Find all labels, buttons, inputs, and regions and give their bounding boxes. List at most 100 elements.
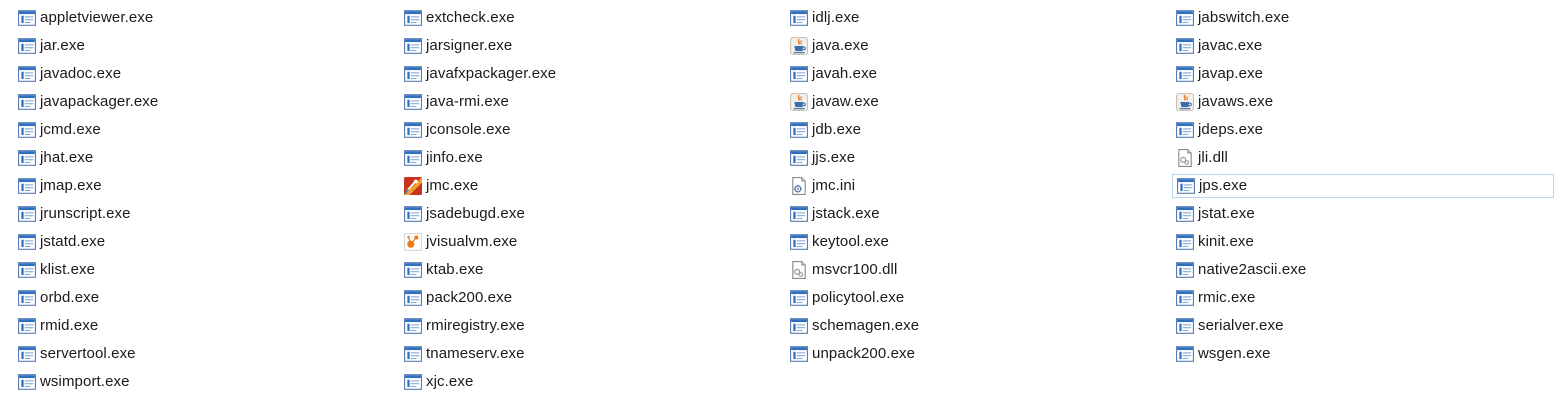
exe-app-icon xyxy=(790,66,808,82)
exe-app-icon xyxy=(404,10,422,26)
file-name-label: javac.exe xyxy=(1198,37,1263,54)
file-item[interactable]: policytool.exe xyxy=(786,286,1168,310)
exe-app-icon xyxy=(1177,178,1195,194)
file-name-label: ktab.exe xyxy=(426,261,484,278)
file-item[interactable]: javac.exe xyxy=(1172,34,1554,58)
file-item[interactable]: jar.exe xyxy=(14,34,396,58)
file-item[interactable]: wsgen.exe xyxy=(1172,342,1554,366)
exe-app-icon xyxy=(18,66,36,82)
file-item[interactable]: jstack.exe xyxy=(786,202,1168,226)
file-item[interactable]: jsadebugd.exe xyxy=(400,202,782,226)
file-name-label: servertool.exe xyxy=(40,345,136,362)
file-name-label: wsimport.exe xyxy=(40,373,130,390)
file-name-label: rmiregistry.exe xyxy=(426,317,525,334)
file-item[interactable]: schemagen.exe xyxy=(786,314,1168,338)
file-item[interactable]: java-rmi.exe xyxy=(400,90,782,114)
file-item[interactable]: jjs.exe xyxy=(786,146,1168,170)
file-item[interactable]: unpack200.exe xyxy=(786,342,1168,366)
file-name-label: kinit.exe xyxy=(1198,233,1254,250)
file-item[interactable]: jinfo.exe xyxy=(400,146,782,170)
file-item[interactable]: javafxpackager.exe xyxy=(400,62,782,86)
file-item[interactable]: wsimport.exe xyxy=(14,370,396,394)
file-item[interactable]: kinit.exe xyxy=(1172,230,1554,254)
file-name-label: javadoc.exe xyxy=(40,65,122,82)
exe-app-icon xyxy=(790,122,808,138)
file-item[interactable]: jrunscript.exe xyxy=(14,202,396,226)
file-item[interactable]: jps.exe xyxy=(1172,174,1554,198)
file-item[interactable]: keytool.exe xyxy=(786,230,1168,254)
file-name-label: jmap.exe xyxy=(40,177,102,194)
exe-app-icon xyxy=(1176,122,1194,138)
dll-file-icon xyxy=(1178,149,1192,167)
file-item[interactable]: appletviewer.exe xyxy=(14,6,396,30)
file-item[interactable]: jdeps.exe xyxy=(1172,118,1554,142)
file-name-label: serialver.exe xyxy=(1198,317,1284,334)
file-item[interactable]: msvcr100.dll xyxy=(786,258,1168,282)
exe-app-icon xyxy=(404,346,422,362)
exe-app-icon xyxy=(18,10,36,26)
file-item[interactable]: jhat.exe xyxy=(14,146,396,170)
file-item[interactable]: servertool.exe xyxy=(14,342,396,366)
file-item[interactable]: jli.dll xyxy=(1172,146,1554,170)
file-item[interactable]: pack200.exe xyxy=(400,286,782,310)
file-item[interactable]: rmid.exe xyxy=(14,314,396,338)
file-item[interactable]: javapackager.exe xyxy=(14,90,396,114)
file-item[interactable]: jabswitch.exe xyxy=(1172,6,1554,30)
file-item[interactable]: jdb.exe xyxy=(786,118,1168,142)
exe-app-icon xyxy=(18,94,36,110)
exe-app-icon xyxy=(790,290,808,306)
file-item[interactable]: tnameserv.exe xyxy=(400,342,782,366)
file-item[interactable]: xjc.exe xyxy=(400,370,782,394)
file-item[interactable]: ktab.exe xyxy=(400,258,782,282)
file-item[interactable]: jcmd.exe xyxy=(14,118,396,142)
file-name-label: jconsole.exe xyxy=(426,121,511,138)
file-item[interactable]: java.exe xyxy=(786,34,1168,58)
file-item[interactable]: orbd.exe xyxy=(14,286,396,310)
exe-app-icon xyxy=(1176,206,1194,222)
file-item[interactable]: extcheck.exe xyxy=(400,6,782,30)
file-item[interactable]: rmic.exe xyxy=(1172,286,1554,310)
exe-app-icon xyxy=(404,206,422,222)
file-item[interactable]: jmc.ini xyxy=(786,174,1168,198)
exe-app-icon xyxy=(18,374,36,390)
exe-app-icon xyxy=(404,66,422,82)
file-name-label: jsadebugd.exe xyxy=(426,205,525,222)
file-item[interactable]: rmiregistry.exe xyxy=(400,314,782,338)
file-name-label: jli.dll xyxy=(1198,149,1228,166)
file-item[interactable]: javaw.exe xyxy=(786,90,1168,114)
file-item[interactable]: jmc.exe xyxy=(400,174,782,198)
file-name-label: keytool.exe xyxy=(812,233,889,250)
visualvm-icon xyxy=(404,233,422,251)
file-name-label: javapackager.exe xyxy=(40,93,159,110)
exe-app-icon xyxy=(1176,234,1194,250)
file-item[interactable]: javah.exe xyxy=(786,62,1168,86)
file-item[interactable]: javap.exe xyxy=(1172,62,1554,86)
file-name-label: idlj.exe xyxy=(812,9,860,26)
file-item[interactable]: jconsole.exe xyxy=(400,118,782,142)
file-item[interactable]: javaws.exe xyxy=(1172,90,1554,114)
file-item[interactable]: klist.exe xyxy=(14,258,396,282)
file-item[interactable]: jstat.exe xyxy=(1172,202,1554,226)
file-name-label: jps.exe xyxy=(1199,177,1248,194)
java-cup-icon xyxy=(790,37,808,55)
file-item[interactable]: jvisualvm.exe xyxy=(400,230,782,254)
file-item[interactable]: javadoc.exe xyxy=(14,62,396,86)
file-name-label: schemagen.exe xyxy=(812,317,920,334)
file-item[interactable]: serialver.exe xyxy=(1172,314,1554,338)
file-item[interactable]: jarsigner.exe xyxy=(400,34,782,58)
file-item[interactable]: jmap.exe xyxy=(14,174,396,198)
exe-app-icon xyxy=(18,262,36,278)
file-name-label: appletviewer.exe xyxy=(40,9,154,26)
file-name-label: jstack.exe xyxy=(812,205,880,222)
file-item[interactable]: native2ascii.exe xyxy=(1172,258,1554,282)
exe-app-icon xyxy=(790,10,808,26)
file-item[interactable]: jstatd.exe xyxy=(14,230,396,254)
file-item[interactable]: idlj.exe xyxy=(786,6,1168,30)
file-name-label: jstatd.exe xyxy=(40,233,106,250)
file-name-label: jstat.exe xyxy=(1198,205,1255,222)
java-cup-icon xyxy=(1176,93,1194,111)
file-name-label: jvisualvm.exe xyxy=(426,233,518,250)
exe-app-icon xyxy=(790,150,808,166)
file-name-label: extcheck.exe xyxy=(426,9,515,26)
file-name-label: jabswitch.exe xyxy=(1198,9,1290,26)
